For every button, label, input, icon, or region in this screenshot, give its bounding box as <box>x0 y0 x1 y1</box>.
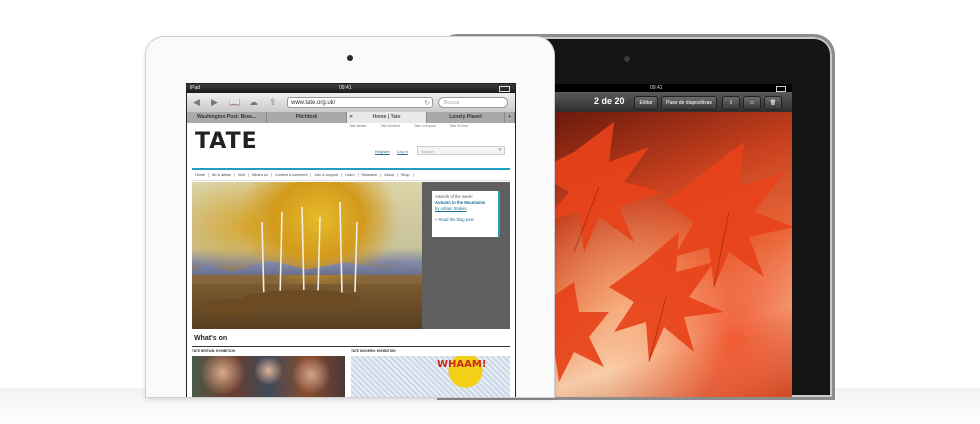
menu-item[interactable]: Home <box>192 173 209 177</box>
edit-button[interactable]: Editar <box>634 96 658 110</box>
safari-screen: iPad 09:41 ◀ ▶ 📖 ☁ ⇪ www.tate.org.uk/ ↻ … <box>186 83 516 397</box>
card-artist[interactable]: by Adrian Stokes <box>435 206 466 211</box>
share-icon[interactable]: ⇪ <box>269 97 277 108</box>
search-icon[interactable]: ⌕ <box>499 146 502 155</box>
tate-webpage: Tate Britain Tate Modern Tate Liverpool … <box>192 123 510 397</box>
tab-label: Pitchfork <box>295 114 318 120</box>
login-link[interactable]: Log in <box>397 149 408 154</box>
search-field[interactable]: Buscar <box>438 97 508 108</box>
device-label: iPad <box>190 85 201 91</box>
tab-label: Washington Post: Brea... <box>197 114 256 120</box>
slideshow-button[interactable]: Pase de diapositivas <box>661 96 717 110</box>
menu-item[interactable]: About <box>381 173 398 177</box>
url-text: www.tate.org.uk/ <box>291 100 336 106</box>
hero-painting[interactable] <box>192 182 422 329</box>
card-kicker: Artwork of the week: <box>435 194 473 199</box>
account-links: Register Log in <box>375 149 414 154</box>
read-more-link[interactable]: » Read the blog post <box>435 217 495 223</box>
icloud-icon[interactable]: ☁ <box>249 97 258 108</box>
photos-screen: 09:41 2 de 20 Editar Pase de diapositiva… <box>554 84 792 397</box>
gallery-link[interactable]: Tate Modern <box>380 124 399 128</box>
birch-trees <box>197 201 362 315</box>
gallery-link[interactable]: Tate St Ives <box>450 124 468 128</box>
menu-item[interactable]: Research <box>358 173 382 177</box>
register-link[interactable]: Register <box>375 149 390 154</box>
tab-tate[interactable]: ✕ Home | Tate <box>347 112 427 123</box>
bookmarks-icon[interactable]: 📖 <box>229 97 240 108</box>
artwork-card[interactable]: Artwork of the week: Autumn in the Mount… <box>432 191 500 237</box>
tab-bar: Washington Post: Brea... Pitchfork ✕ Home… <box>187 112 515 123</box>
status-time: 09:41 <box>339 85 352 91</box>
battery-icon <box>499 86 510 92</box>
airplay-icon[interactable]: ▭ <box>743 96 761 110</box>
camera <box>347 55 353 61</box>
address-bar[interactable]: www.tate.org.uk/ ↻ <box>287 97 433 108</box>
photo-counter: 2 de 20 <box>594 96 625 106</box>
tab-washington-post[interactable]: Washington Post: Brea... <box>187 112 267 123</box>
main-menu: Home Art & artists Visit What's on Context &… <box>192 168 510 181</box>
gallery-link[interactable]: Tate Britain <box>349 124 367 128</box>
close-tab-icon[interactable]: ✕ <box>349 112 353 123</box>
new-tab-button[interactable]: + <box>505 112 515 123</box>
maple-leaves-photo <box>554 112 792 397</box>
leaves-illustration <box>554 122 792 382</box>
forward-icon[interactable]: ▶ <box>211 97 218 108</box>
ipad-white: iPad 09:41 ◀ ▶ 📖 ☁ ⇪ www.tate.org.uk/ ↻ … <box>146 37 554 397</box>
gallery-link[interactable]: Tate Liverpool <box>414 124 436 128</box>
tab-label: Lonely Planet <box>449 114 482 120</box>
wham-text: WHAAM! <box>437 359 487 370</box>
slideshow-toolbar: 2 de 20 Editar Pase de diapositivas ⇪ ▭ … <box>554 92 792 112</box>
reload-icon[interactable]: ↻ <box>424 98 430 109</box>
menu-item[interactable]: Art & artists <box>208 173 235 177</box>
tab-lonely-planet[interactable]: Lonely Planet <box>427 112 505 123</box>
status-bar: 09:41 <box>554 84 792 92</box>
back-icon[interactable]: ◀ <box>193 97 200 108</box>
menu-item[interactable]: Context & comment <box>272 173 312 177</box>
site-search-input[interactable]: Search ⌕ <box>417 146 505 155</box>
tate-logo[interactable]: TATE <box>195 129 258 154</box>
tab-label: Home | Tate <box>372 114 401 120</box>
camera <box>624 56 630 62</box>
divider <box>192 346 510 347</box>
menu-item[interactable]: Shop <box>397 173 414 177</box>
status-bar: iPad 09:41 <box>187 84 515 93</box>
exhibition-label: TATE MODERN: EXHIBITION <box>351 349 396 353</box>
menu-item[interactable]: Visit <box>234 173 249 177</box>
search-placeholder: Search <box>421 149 434 154</box>
status-time: 09:41 <box>650 85 663 91</box>
gallery-links: Tate Britain Tate Modern Tate Liverpool … <box>349 124 481 128</box>
tab-pitchfork[interactable]: Pitchfork <box>267 112 347 123</box>
whats-on-heading: What's on <box>194 335 228 342</box>
menu-item[interactable]: Join & support <box>311 173 343 177</box>
trash-icon[interactable]: 🗑 <box>764 96 782 110</box>
share-icon[interactable]: ⇪ <box>722 96 740 110</box>
exhibition-label: TATE BRITAIN: EXHIBITION <box>192 349 236 353</box>
menu-item[interactable]: Learn <box>342 173 359 177</box>
safari-toolbar: ◀ ▶ 📖 ☁ ⇪ www.tate.org.uk/ ↻ Buscar <box>187 93 515 113</box>
exhibition-thumbnail[interactable] <box>192 356 345 397</box>
exhibition-thumbnail[interactable]: WHAAM! <box>351 356 510 397</box>
menu-item[interactable]: What's on <box>248 173 273 177</box>
